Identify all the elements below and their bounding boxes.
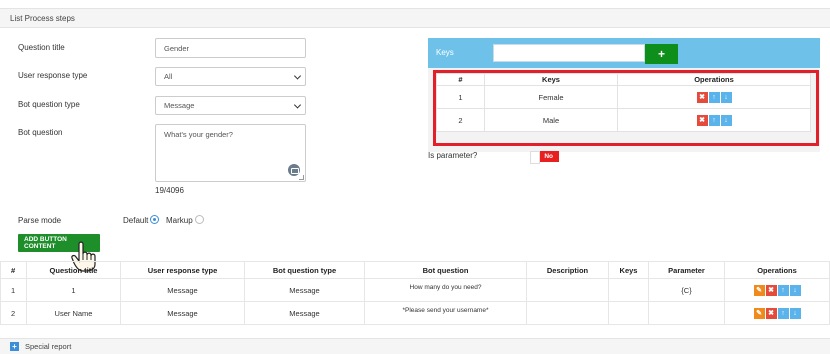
bot-question-value: What's your gender? (164, 130, 233, 139)
step-parameter (648, 301, 725, 325)
keys-col-keys: Keys (484, 73, 618, 86)
resize-handle[interactable] (299, 175, 304, 180)
step-bot-type: Message (244, 301, 365, 325)
add-key-button[interactable]: + (645, 44, 678, 64)
col-num: # (0, 261, 27, 279)
parse-default-label: Default (123, 216, 149, 225)
bot-question-type-value: Message (164, 101, 195, 110)
step-response: Message (120, 278, 245, 302)
col-bot-question-type: Bot question type (244, 261, 365, 279)
step-operations: ✎ ✖ ↑ ↓ (724, 278, 830, 302)
parse-markup-radio[interactable] (195, 215, 204, 224)
key-value: Male (484, 108, 618, 132)
user-response-type-value: All (164, 72, 173, 81)
keys-title: Keys (436, 48, 454, 57)
step-question: How many do you need? (364, 278, 527, 302)
user-response-type-label: User response type (18, 71, 88, 80)
col-user-response-type: User response type (120, 261, 245, 279)
delete-icon[interactable]: ✖ (765, 307, 777, 319)
delete-icon[interactable]: ✖ (696, 114, 708, 126)
table-row: 2 Male ✖ ↑ ↓ (436, 108, 811, 132)
panel-header: List Process steps (0, 8, 830, 28)
table-row: 1 Female ✖ ↑ ↓ (436, 85, 811, 109)
step-num: 1 (0, 278, 27, 302)
step-parameter: {C} (648, 278, 725, 302)
col-bot-question: Bot question (364, 261, 527, 279)
bot-question-type-label: Bot question type (18, 100, 80, 109)
arrow-down-icon[interactable]: ↓ (720, 91, 732, 103)
col-description: Description (526, 261, 609, 279)
parse-default-radio[interactable] (150, 215, 159, 224)
plus-icon: + (657, 47, 665, 61)
question-title-label: Question title (18, 43, 65, 52)
col-operations: Operations (724, 261, 830, 279)
bot-question-type-select[interactable]: Message (155, 96, 306, 115)
question-title-value: Gender (164, 43, 190, 53)
is-parameter-label: Is parameter? (428, 151, 478, 160)
bot-question-textarea[interactable]: What's your gender? (155, 124, 306, 182)
arrow-up-icon[interactable]: ↑ (777, 307, 789, 319)
user-response-type-select[interactable]: All (155, 67, 306, 86)
toggle-label: No (544, 153, 553, 160)
chevron-down-icon (293, 100, 302, 109)
step-bot-type: Message (244, 278, 365, 302)
bot-question-label: Bot question (18, 128, 63, 137)
is-parameter-toggle[interactable]: No (530, 151, 559, 164)
step-description (526, 301, 609, 325)
question-title-input[interactable]: Gender (155, 38, 306, 58)
key-num: 1 (436, 85, 485, 109)
delete-icon[interactable]: ✖ (765, 284, 777, 296)
parse-mode-label: Parse mode (18, 216, 62, 225)
arrow-up-icon[interactable]: ↑ (777, 284, 789, 296)
keys-panel: Keys + (428, 38, 820, 68)
special-report-panel[interactable]: + Special report (0, 338, 830, 354)
arrow-down-icon[interactable]: ↓ (720, 114, 732, 126)
pencil-icon[interactable]: ✎ (753, 284, 765, 296)
key-num: 2 (436, 108, 485, 132)
table-row: 1 1 Message Message How many do you need… (0, 278, 830, 302)
keys-table: # Keys Operations 1 Female ✖ ↑ ↓ 2 Male … (436, 73, 811, 132)
arrow-down-icon[interactable]: ↓ (789, 307, 801, 319)
key-operations: ✖ ↑ ↓ (617, 108, 811, 132)
step-question: *Please send your username* (364, 301, 527, 325)
step-response: Message (120, 301, 245, 325)
arrow-up-icon[interactable]: ↑ (708, 91, 720, 103)
col-keys: Keys (608, 261, 649, 279)
step-keys (608, 278, 649, 302)
keys-col-num: # (436, 73, 485, 86)
col-parameter: Parameter (648, 261, 725, 279)
keys-input[interactable] (493, 44, 645, 62)
steps-table: # Question title User response type Bot … (0, 261, 830, 325)
parse-markup-label: Markup (166, 216, 193, 225)
delete-icon[interactable]: ✖ (696, 91, 708, 103)
keys-col-operations: Operations (617, 73, 811, 86)
step-description (526, 278, 609, 302)
char-count: 19/4096 (155, 186, 184, 195)
arrow-down-icon[interactable]: ↓ (789, 284, 801, 296)
step-operations: ✎ ✖ ↑ ↓ (724, 301, 830, 325)
key-value: Female (484, 85, 618, 109)
step-num: 2 (0, 301, 27, 325)
chevron-down-icon (293, 71, 302, 80)
plus-square-icon[interactable]: + (10, 342, 19, 351)
step-keys (608, 301, 649, 325)
col-question-title: Question title (26, 261, 121, 279)
special-report-title: Special report (25, 342, 72, 351)
pencil-icon[interactable]: ✎ (753, 307, 765, 319)
table-row: 2 User Name Message Message *Please send… (0, 301, 830, 325)
arrow-up-icon[interactable]: ↑ (708, 114, 720, 126)
key-operations: ✖ ↑ ↓ (617, 85, 811, 109)
step-title: User Name (26, 301, 121, 325)
panel-title: List Process steps (10, 14, 75, 23)
step-title: 1 (26, 278, 121, 302)
